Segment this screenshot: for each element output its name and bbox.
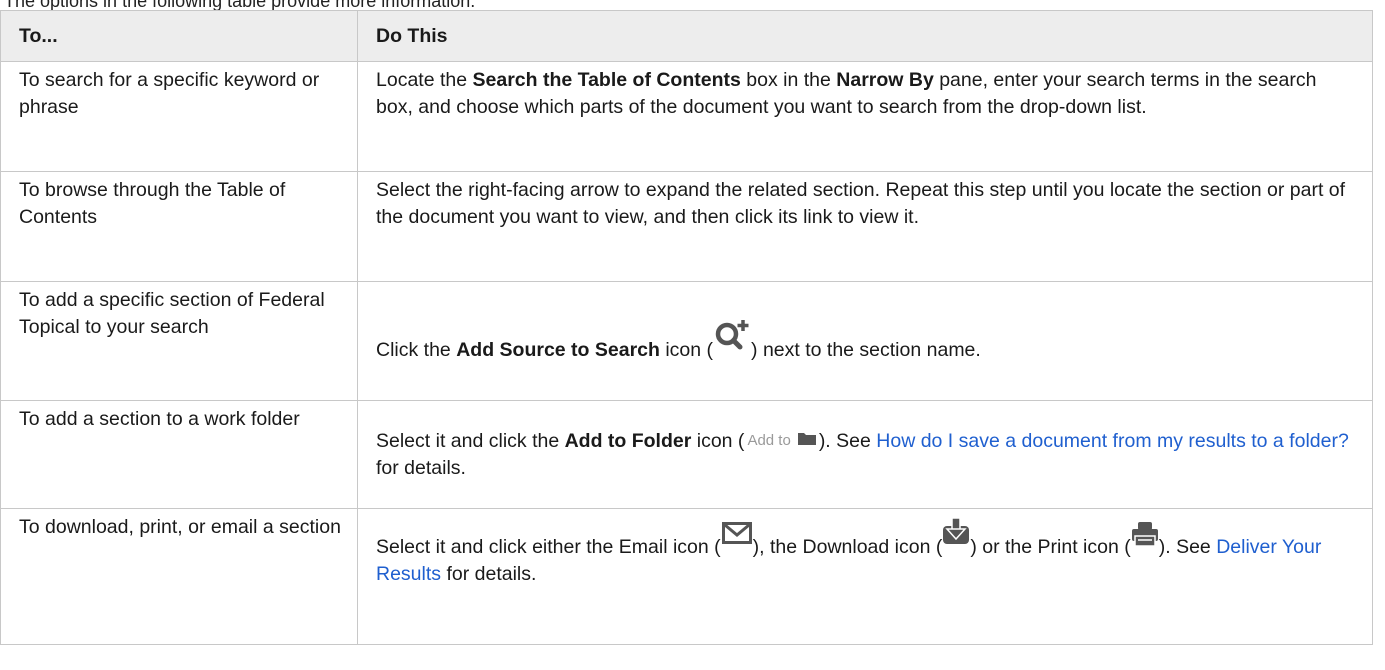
row-action: To download, print, or email a section [0, 508, 358, 645]
header-do-this: Do This [357, 10, 1373, 62]
row-action: To browse through the Table of Contents [0, 171, 358, 282]
row-instruction: Locate the Search the Table of Contents … [357, 61, 1373, 172]
table-row: To search for a specific keyword or phra… [0, 61, 1373, 172]
row-action: To add a section to a work folder [0, 400, 358, 509]
folder-icon [797, 427, 816, 454]
header-to: To... [0, 10, 358, 62]
table-row: To add a specific section of Federal Top… [0, 281, 1373, 401]
save-to-folder-help-link[interactable]: How do I save a document from my results… [876, 430, 1349, 452]
row-instruction: Select it and click the Add to Folder ic… [357, 400, 1373, 509]
row-instruction: Select it and click either the Email ico… [357, 508, 1373, 645]
help-table: To... Do This To search for a specific k… [0, 10, 1373, 645]
row-action: To add a specific section of Federal Top… [0, 281, 358, 401]
row-instruction: Select the right-facing arrow to expand … [357, 171, 1373, 282]
ui-term: Add to Folder [564, 429, 692, 452]
table-header-row: To... Do This [0, 10, 1373, 62]
row-instruction: Click the Add Source to Search icon () n… [357, 281, 1373, 401]
row-action: To search for a specific keyword or phra… [0, 61, 358, 172]
ui-term: Search the Table of Contents [472, 69, 741, 91]
table-row: To add a section to a work folder Select… [0, 400, 1373, 509]
ui-term: Add Source to Search [456, 338, 660, 361]
ui-term: Narrow By [836, 69, 934, 91]
add-to-folder-button-image[interactable]: Add to [744, 427, 818, 454]
print-icon[interactable] [1131, 521, 1159, 555]
email-icon[interactable] [721, 521, 753, 553]
add-source-search-icon[interactable] [713, 318, 751, 360]
download-icon[interactable] [942, 517, 970, 553]
table-row: To browse through the Table of Contents … [0, 171, 1373, 282]
table-row: To download, print, or email a section S… [0, 508, 1373, 645]
